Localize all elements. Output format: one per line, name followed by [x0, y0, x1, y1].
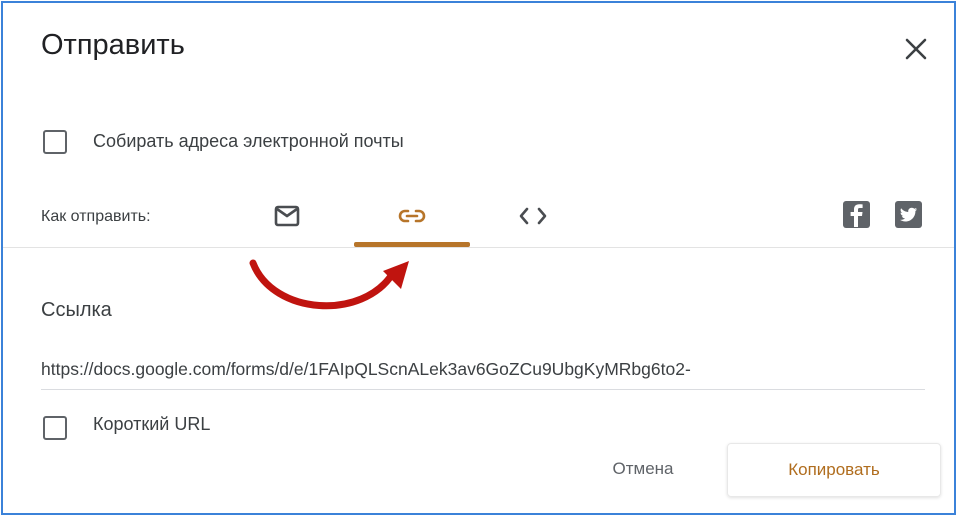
dialog-title: Отправить [41, 29, 185, 61]
twitter-icon [900, 207, 917, 222]
link-section-title: Ссылка [41, 299, 112, 321]
close-button[interactable] [896, 29, 936, 69]
screenshot-frame: Отправить Собирать адреса электронной по… [1, 1, 956, 515]
close-icon [905, 38, 927, 60]
collect-emails-label: Собирать адреса электронной почты [93, 131, 404, 151]
send-via-label: Как отправить: [41, 208, 151, 225]
tab-embed[interactable] [500, 184, 566, 248]
tab-link[interactable] [354, 184, 470, 248]
share-link-field[interactable]: https://docs.google.com/forms/d/e/1FAIpQ… [41, 359, 925, 390]
short-url-checkbox[interactable] [43, 416, 67, 440]
send-dialog: Отправить Собирать адреса электронной по… [3, 3, 954, 513]
twitter-button[interactable] [895, 201, 922, 228]
facebook-icon [850, 204, 863, 227]
copy-button[interactable]: Копировать [727, 443, 941, 497]
link-icon [398, 209, 426, 223]
facebook-button[interactable] [843, 201, 870, 228]
code-icon [519, 207, 547, 225]
short-url-label: Короткий URL [93, 414, 211, 434]
tab-email[interactable] [256, 184, 318, 248]
cancel-button[interactable]: Отмена [583, 447, 703, 491]
tabs-divider [3, 247, 954, 248]
collect-emails-checkbox[interactable] [43, 130, 67, 154]
annotation-curved-arrow [249, 259, 409, 310]
mail-icon [274, 205, 300, 227]
